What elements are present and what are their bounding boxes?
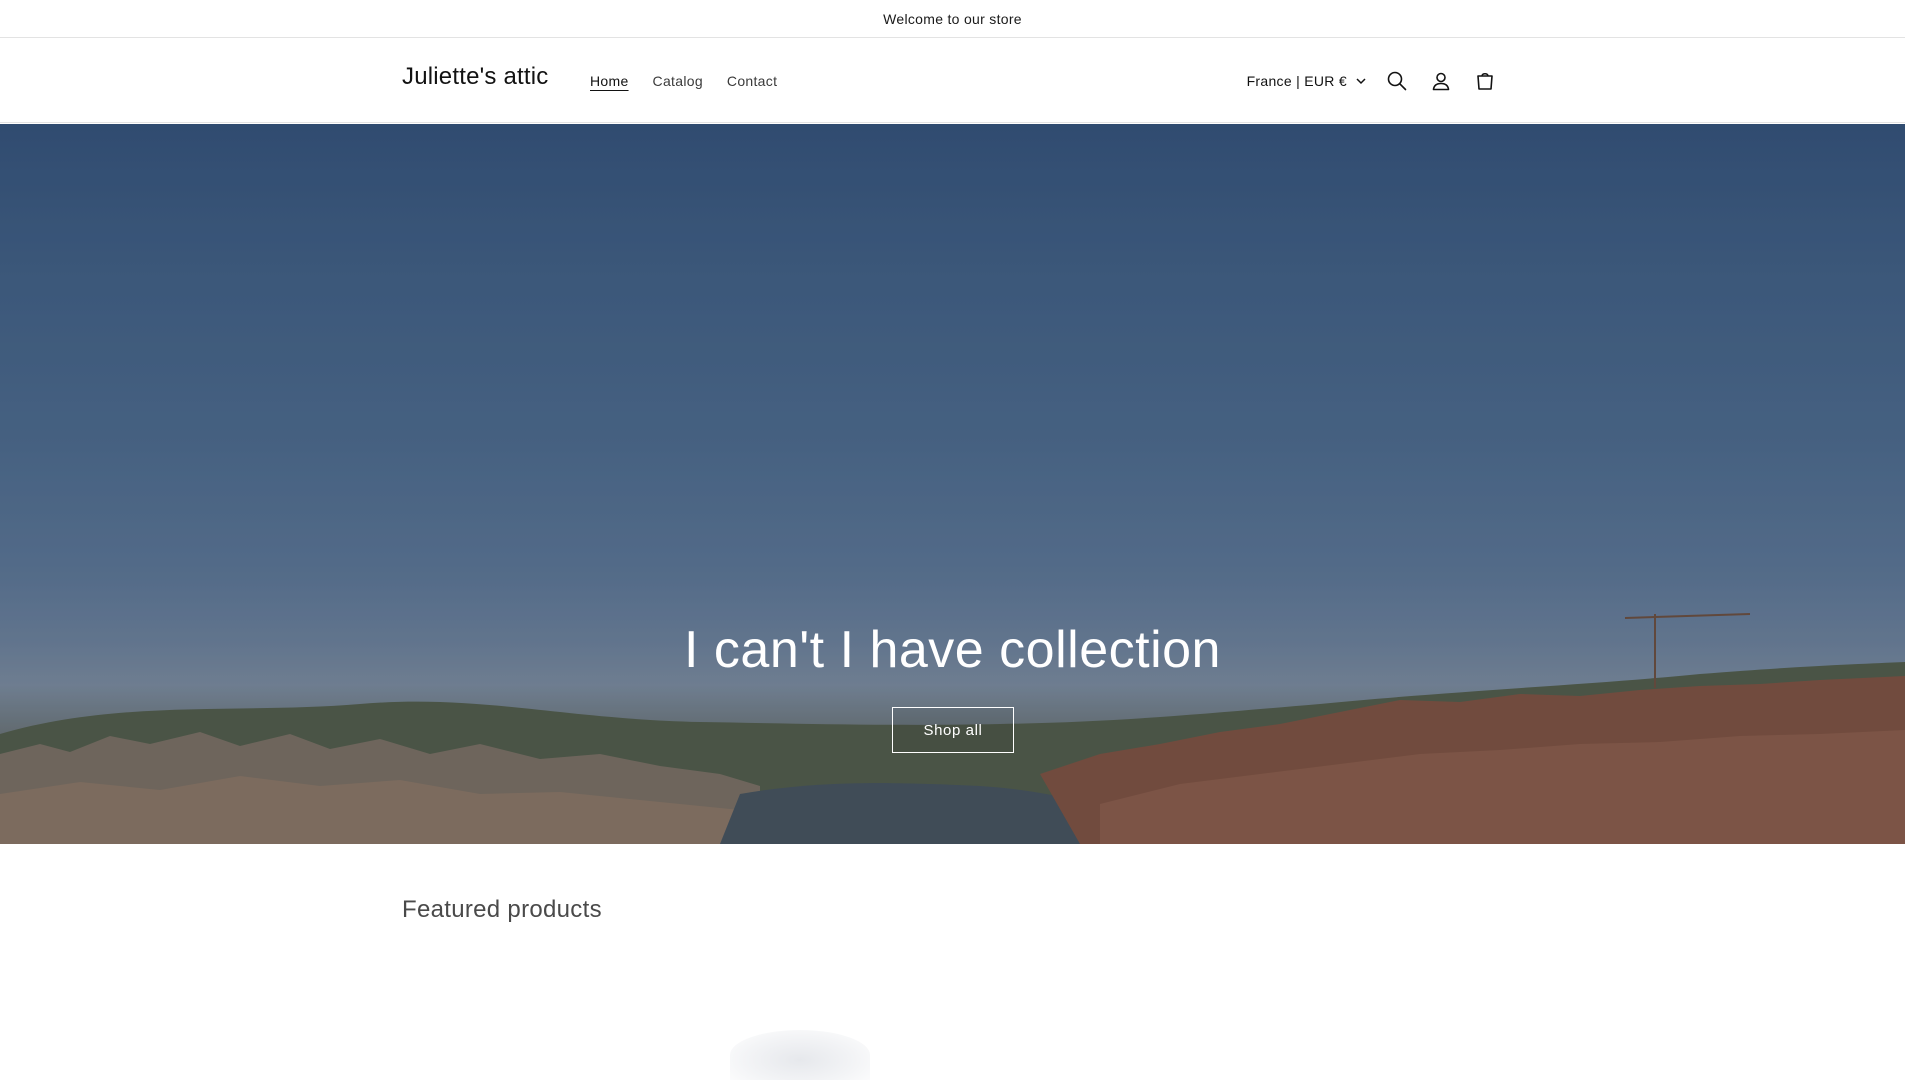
- account-button[interactable]: [1419, 59, 1463, 103]
- country-currency-label: France | EUR €: [1246, 73, 1347, 89]
- nav-link-home[interactable]: Home: [578, 73, 641, 89]
- search-icon: [1387, 71, 1407, 91]
- featured-products-title: Featured products: [402, 896, 602, 923]
- account-icon: [1432, 72, 1450, 91]
- nav-link-contact[interactable]: Contact: [715, 73, 789, 89]
- announcement-bar: Welcome to our store: [0, 0, 1905, 38]
- shop-all-button[interactable]: Shop all: [892, 707, 1014, 753]
- announcement-text: Welcome to our store: [883, 10, 1022, 27]
- product-image-placeholder[interactable]: [730, 1030, 870, 1080]
- hero-title: I can't I have collection: [684, 621, 1221, 679]
- page: Welcome to our store Juliette's attic Ho…: [0, 0, 1905, 1080]
- nav-link-catalog[interactable]: Catalog: [641, 73, 715, 89]
- store-logo[interactable]: Juliette's attic: [402, 63, 549, 91]
- cart-button[interactable]: [1463, 59, 1507, 103]
- chevron-down-icon: [1356, 78, 1366, 85]
- site-header: Juliette's attic Home Catalog Contact Fr…: [0, 39, 1905, 123]
- cart-icon: [1477, 72, 1493, 90]
- hero-banner: I can't I have collection Shop all: [0, 124, 1905, 844]
- search-button[interactable]: [1375, 59, 1419, 103]
- header-actions: France | EUR €: [1247, 39, 1507, 123]
- main-nav: Home Catalog Contact: [578, 39, 789, 123]
- country-currency-selector[interactable]: France | EUR €: [1247, 73, 1367, 89]
